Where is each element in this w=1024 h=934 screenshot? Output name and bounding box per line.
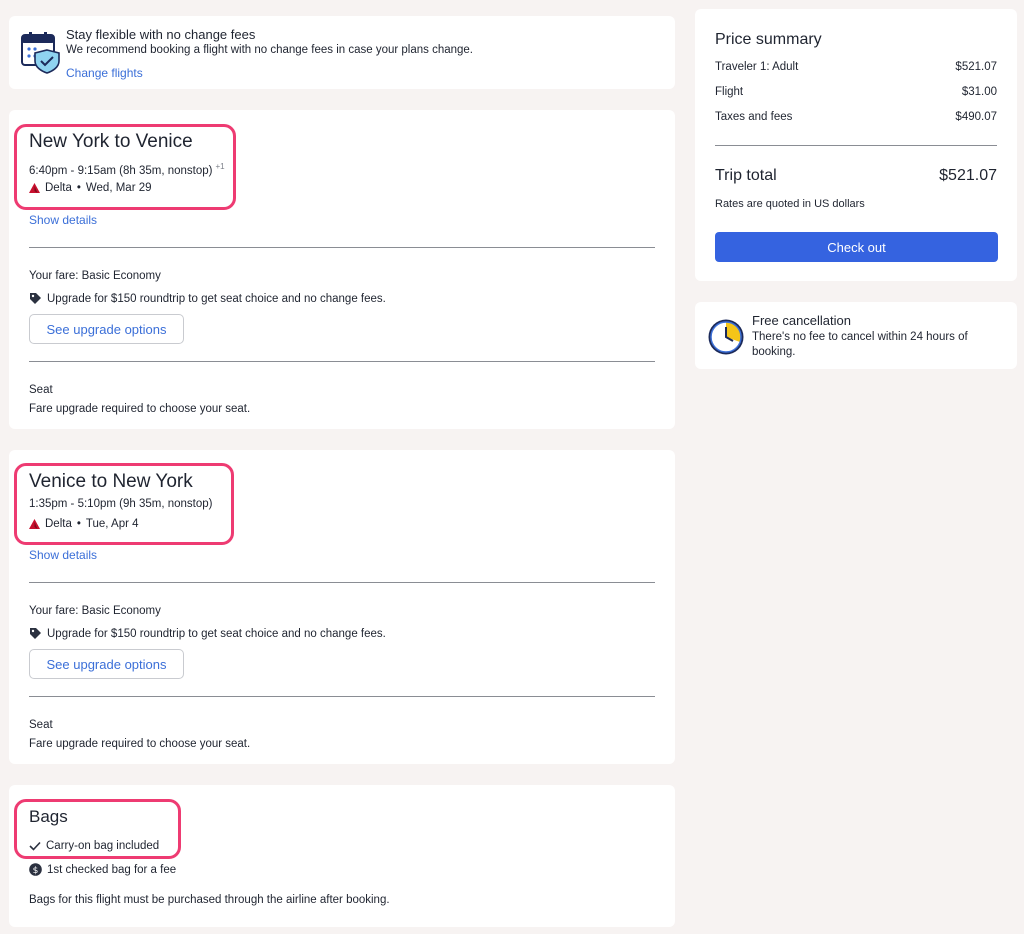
airline-date: Delta • Tue, Apr 4 [29,518,139,530]
divider [29,696,655,697]
banner-title: Stay flexible with no change fees [66,27,256,42]
change-flights-link[interactable]: Change flights [66,66,143,80]
bags-note: Bags for this flight must be purchased t… [29,894,390,906]
carry-on-text: Carry-on bag included [46,840,160,852]
svg-text:$: $ [33,866,39,876]
airline-name: Delta [45,518,72,530]
price-summary-title: Price summary [715,31,822,48]
seat-label: Seat [29,719,53,731]
airline-date: Delta • Wed, Mar 29 [29,182,152,194]
tag-icon [30,293,41,304]
seat-description: Fare upgrade required to choose your sea… [29,403,251,415]
tag-icon [30,628,41,639]
see-upgrade-options-button[interactable]: See upgrade options [29,314,184,344]
price-row: Flight $31.00 [715,86,997,98]
show-details-link[interactable]: Show details [29,548,97,562]
seat-description: Fare upgrade required to choose your sea… [29,738,251,750]
flight-times: 1:35pm - 5:10pm (9h 35m, nonstop) [29,498,213,510]
fare-type: Your fare: Basic Economy [29,605,161,617]
see-upgrade-options-button[interactable]: See upgrade options [29,649,184,679]
divider [29,361,655,362]
bags-card: Bags Carry-on bag included $ 1st checked… [9,785,675,927]
free-cancellation-description: There's no fee to cancel within 24 hours… [752,331,968,358]
checked-bag-text: 1st checked bag for a fee [47,863,177,876]
outbound-flight-card: New York to Venice 6:40pm - 9:15am (8h 3… [9,110,675,429]
price-row: Taxes and fees $490.07 [715,111,997,123]
calendar-shield-icon [21,32,60,74]
upgrade-text: Upgrade for $150 roundtrip to get seat c… [47,627,386,640]
flight-route-title: New York to Venice [29,131,193,152]
free-cancellation-card: Free cancellation There's no fee to canc… [695,302,1017,369]
price-row-value: $490.07 [955,111,997,123]
price-row-label: Taxes and fees [715,111,793,123]
trip-total-value: $521.07 [939,167,997,184]
free-cancellation-title: Free cancellation [752,313,851,328]
flight-route-title: Venice to New York [29,471,193,492]
divider [29,582,655,583]
delta-logo-icon [29,519,40,529]
price-row-label: Traveler 1: Adult [715,61,799,73]
rates-note: Rates are quoted in US dollars [715,198,865,210]
price-row-value: $31.00 [961,86,997,98]
no-change-fees-banner: Stay flexible with no change fees We rec… [9,16,675,89]
divider [715,145,997,146]
trip-total: Trip total $521.07 [715,167,997,185]
airline-name: Delta [45,182,72,194]
check-out-button[interactable]: Check out [715,232,998,262]
price-row: Traveler 1: Adult $521.07 [715,61,997,73]
trip-total-label: Trip total [715,167,777,184]
delta-logo-icon [29,183,40,193]
flight-times: 6:40pm - 9:15am (8h 35m, nonstop) +1 [29,162,225,177]
price-row-value: $521.07 [955,61,997,73]
dollar-icon: $ [29,863,42,876]
upgrade-text: Upgrade for $150 roundtrip to get seat c… [47,292,386,305]
flight-date: Wed, Mar 29 [85,182,152,194]
clock-icon [708,319,744,355]
price-row-label: Flight [715,86,744,98]
show-details-link[interactable]: Show details [29,213,97,227]
upgrade-offer: Upgrade for $150 roundtrip to get seat c… [29,627,386,640]
flight-date: Tue, Apr 4 [85,518,139,530]
checkmark-icon [29,841,41,851]
bags-title: Bags [29,807,68,826]
checked-bag-item: $ 1st checked bag for a fee [29,863,176,876]
upgrade-offer: Upgrade for $150 roundtrip to get seat c… [29,292,386,305]
divider [29,247,655,248]
banner-description: We recommend booking a flight with no ch… [66,44,474,56]
day-offset: +1 [215,162,225,171]
carry-on-item: Carry-on bag included [29,840,159,852]
fare-type: Your fare: Basic Economy [29,270,161,282]
price-summary-card: Price summary Traveler 1: Adult $521.07 … [695,9,1017,281]
return-flight-card: Venice to New York 1:35pm - 5:10pm (9h 3… [9,450,675,764]
seat-label: Seat [29,384,53,396]
